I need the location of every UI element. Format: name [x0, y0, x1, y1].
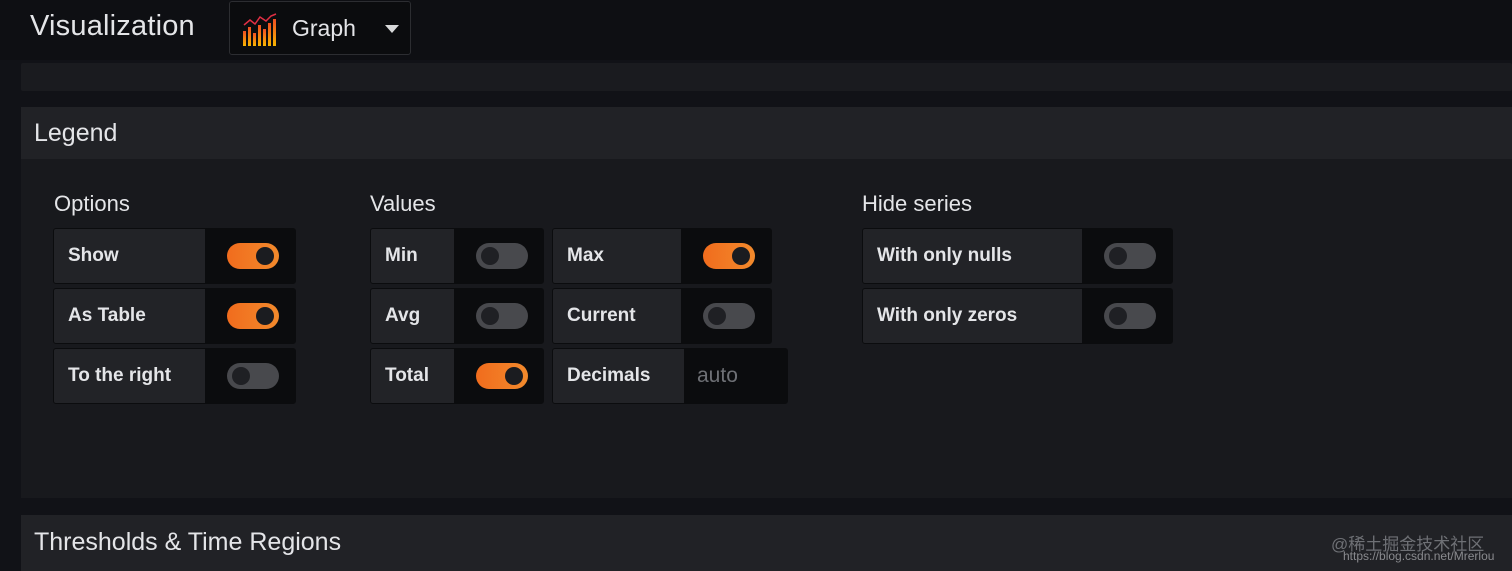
thresholds-section-title: Thresholds & Time Regions [34, 528, 342, 556]
values-avg-label: Avg [385, 305, 421, 326]
panel-editor: Visualization Graph Legend Options Show … [0, 0, 1512, 571]
values-min-field: Min [370, 228, 544, 284]
values-total-label: Total [385, 365, 429, 386]
values-current-field: Current [552, 288, 772, 344]
hide-series-group-title: Hide series [862, 191, 973, 216]
hide-nulls-label: With only nulls [877, 245, 1012, 266]
options-group-title: Options [54, 191, 130, 216]
values-total-toggle[interactable] [476, 363, 528, 389]
legend-show-label: Show [68, 245, 119, 266]
values-min-toggle[interactable] [476, 243, 528, 269]
values-total-field: Total [370, 348, 544, 404]
hide-nulls-toggle[interactable] [1104, 243, 1156, 269]
legend-section-title: Legend [34, 119, 118, 147]
thresholds-section-header[interactable]: Thresholds & Time Regions [21, 515, 1512, 571]
legend-to-right-toggle[interactable] [227, 363, 279, 389]
values-current-toggle[interactable] [703, 303, 755, 329]
values-decimals-label: Decimals [567, 365, 651, 386]
legend-as-table-label: As Table [68, 305, 146, 326]
legend-show-field: Show [53, 228, 296, 284]
visualization-picker-label: Graph [292, 15, 356, 41]
thresholds-section: Thresholds & Time Regions [21, 515, 1512, 571]
legend-section: Legend Options Show As Table To the righ… [21, 107, 1512, 498]
values-avg-field: Avg [370, 288, 544, 344]
collapsed-options-strip [21, 63, 1512, 91]
values-max-toggle[interactable] [703, 243, 755, 269]
watermark-url: https://blog.csdn.net/Mrerlou [1343, 549, 1495, 563]
legend-to-right-field: To the right [53, 348, 296, 404]
decimals-input[interactable] [684, 349, 787, 403]
values-group-title: Values [370, 191, 436, 216]
legend-show-toggle[interactable] [227, 243, 279, 269]
chevron-down-icon[interactable] [385, 25, 399, 33]
legend-to-right-label: To the right [68, 365, 172, 386]
graph-icon [243, 13, 277, 46]
legend-as-table-toggle[interactable] [227, 303, 279, 329]
hide-zeros-toggle[interactable] [1104, 303, 1156, 329]
hide-nulls-field: With only nulls [862, 228, 1173, 284]
hide-zeros-label: With only zeros [877, 305, 1018, 326]
hide-zeros-field: With only zeros [862, 288, 1173, 344]
legend-as-table-field: As Table [53, 288, 296, 344]
visualization-header: Visualization Graph [0, 0, 1512, 60]
values-max-label: Max [567, 245, 604, 266]
values-max-field: Max [552, 228, 772, 284]
legend-section-header[interactable]: Legend [21, 107, 1512, 159]
values-decimals-field: Decimals [552, 348, 788, 404]
visualization-picker[interactable]: Graph [229, 1, 411, 55]
values-avg-toggle[interactable] [476, 303, 528, 329]
values-min-label: Min [385, 245, 418, 266]
visualization-title: Visualization [30, 10, 195, 42]
values-current-label: Current [567, 305, 636, 326]
